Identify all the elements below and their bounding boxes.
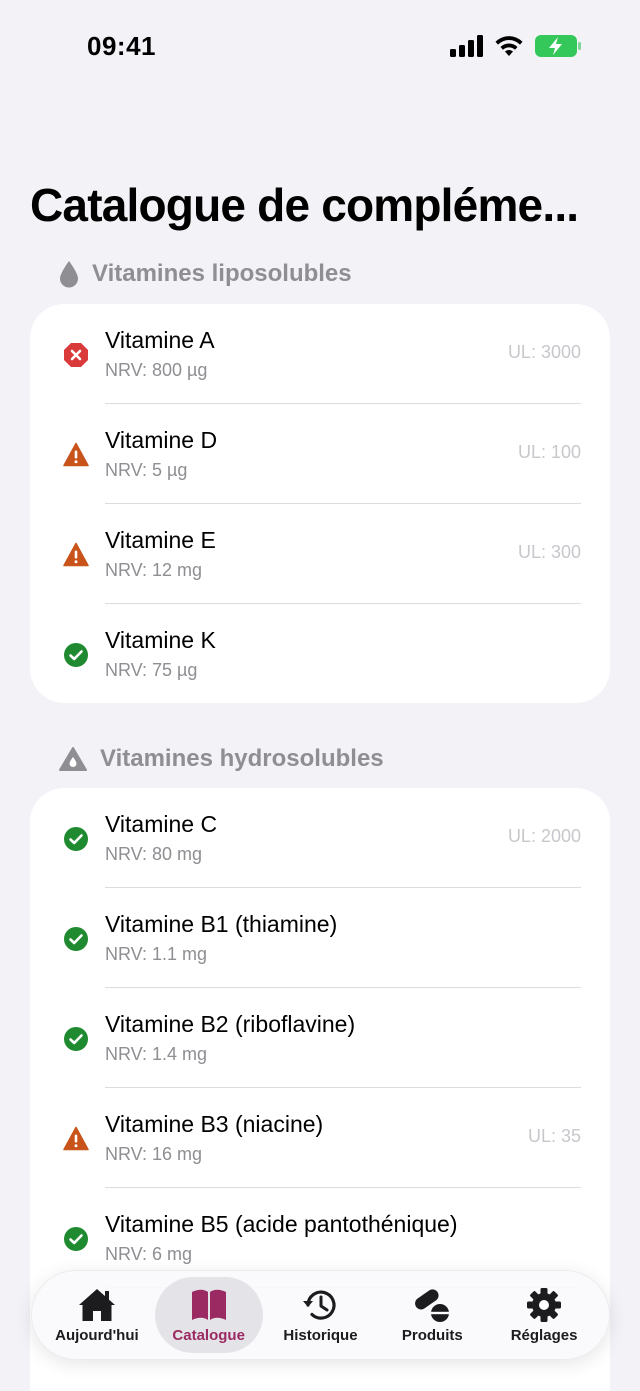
- item-name: Vitamine B2 (riboflavine): [105, 1011, 356, 1037]
- pills-icon: [415, 1289, 450, 1322]
- checkmark-circle-icon: [64, 643, 88, 667]
- status-bar: 09:41: [0, 0, 640, 96]
- item-ul: UL: 3000: [507, 342, 581, 362]
- item-name: Vitamine K: [105, 627, 216, 653]
- list-item[interactable]: Vitamine B3 (niacine) NRV: 16 mg UL: 35: [30, 1088, 610, 1188]
- item-name: Vitamine D: [105, 427, 218, 453]
- list-item[interactable]: Vitamine K NRV: 75 µg: [30, 604, 610, 703]
- tab-reglages[interactable]: Réglages: [490, 1277, 598, 1353]
- item-nrv: NRV: 800 µg: [105, 360, 208, 380]
- list-item[interactable]: Vitamine B1 (thiamine) NRV: 1.1 mg: [30, 888, 610, 988]
- warning-triangle-icon: [63, 442, 89, 467]
- book-icon: [191, 1289, 226, 1320]
- item-ul: UL: 100: [517, 442, 581, 462]
- item-name: Vitamine B5 (acide pantothénique): [105, 1211, 458, 1237]
- item-ul: UL: 2000: [507, 826, 581, 846]
- checkmark-circle-icon: [64, 1027, 88, 1051]
- warning-triangle-icon: [63, 542, 89, 567]
- drop-icon: [60, 261, 78, 288]
- wifi-icon: [495, 36, 523, 56]
- item-nrv: NRV: 5 µg: [105, 460, 188, 480]
- item-name: Vitamine E: [105, 527, 216, 553]
- tab-label: Historique: [283, 1327, 358, 1344]
- item-nrv: NRV: 6 mg: [105, 1244, 193, 1264]
- checkmark-circle-icon: [64, 1227, 88, 1251]
- section-card-liposolubles: Vitamine A NRV: 800 µg UL: 3000 Vitamine…: [30, 304, 610, 703]
- item-nrv: NRV: 16 mg: [105, 1144, 203, 1164]
- gear-icon: [527, 1288, 562, 1322]
- tab-label: Produits: [401, 1327, 463, 1344]
- tab-bar: Aujourd'hui Catalogue Historique Produit…: [31, 1270, 610, 1360]
- battery-charging-icon: [535, 35, 581, 57]
- status-icons: [450, 34, 582, 58]
- item-ul: UL: 35: [527, 1126, 581, 1146]
- item-name: Vitamine A: [105, 327, 215, 353]
- item-nrv: NRV: 1.4 mg: [105, 1044, 208, 1064]
- item-nrv: NRV: 1.1 mg: [105, 944, 208, 964]
- item-nrv: NRV: 75 µg: [105, 660, 198, 680]
- tab-label: Catalogue: [172, 1327, 245, 1344]
- list-item[interactable]: Vitamine C NRV: 80 mg UL: 2000: [30, 788, 610, 888]
- clock-history-icon: [303, 1290, 337, 1320]
- section-title: Vitamines hydrosolubles: [100, 745, 384, 772]
- checkmark-circle-icon: [64, 827, 88, 851]
- list-item[interactable]: Vitamine B2 (riboflavine) NRV: 1.4 mg: [30, 988, 610, 1088]
- list-item[interactable]: Vitamine A NRV: 800 µg UL: 3000: [30, 304, 610, 404]
- item-name: Vitamine B1 (thiamine): [105, 911, 338, 937]
- tab-historique[interactable]: Historique: [266, 1277, 374, 1353]
- section-title: Vitamines liposolubles: [92, 260, 352, 287]
- item-nrv: NRV: 12 mg: [105, 560, 203, 580]
- tab-label: Réglages: [510, 1327, 578, 1344]
- tab-produits[interactable]: Produits: [378, 1277, 486, 1353]
- section-header-liposolubles: Vitamines liposolubles: [58, 260, 352, 288]
- page-title: Catalogue de compléme...: [30, 179, 579, 231]
- drop-triangle-icon: [59, 747, 87, 771]
- item-name: Vitamine B3 (niacine): [105, 1111, 324, 1137]
- item-nrv: NRV: 80 mg: [105, 844, 203, 864]
- list-item[interactable]: Vitamine E NRV: 12 mg UL: 300: [30, 504, 610, 604]
- error-octagon-icon: [64, 343, 88, 367]
- item-ul: UL: 300: [517, 542, 581, 562]
- signal-icon: [450, 35, 483, 57]
- list-item[interactable]: Vitamine D NRV: 5 µg UL: 100: [30, 404, 610, 504]
- section-header-hydrosolubles: Vitamines hydrosolubles: [58, 745, 384, 773]
- house-icon: [78, 1289, 115, 1321]
- status-time: 09:41: [87, 31, 156, 61]
- tab-aujourdhui[interactable]: Aujourd'hui: [43, 1277, 151, 1353]
- warning-triangle-icon: [63, 1126, 89, 1151]
- checkmark-circle-icon: [64, 927, 88, 951]
- tab-catalogue[interactable]: Catalogue: [154, 1277, 263, 1353]
- item-name: Vitamine C: [105, 811, 218, 837]
- tab-label: Aujourd'hui: [55, 1327, 139, 1344]
